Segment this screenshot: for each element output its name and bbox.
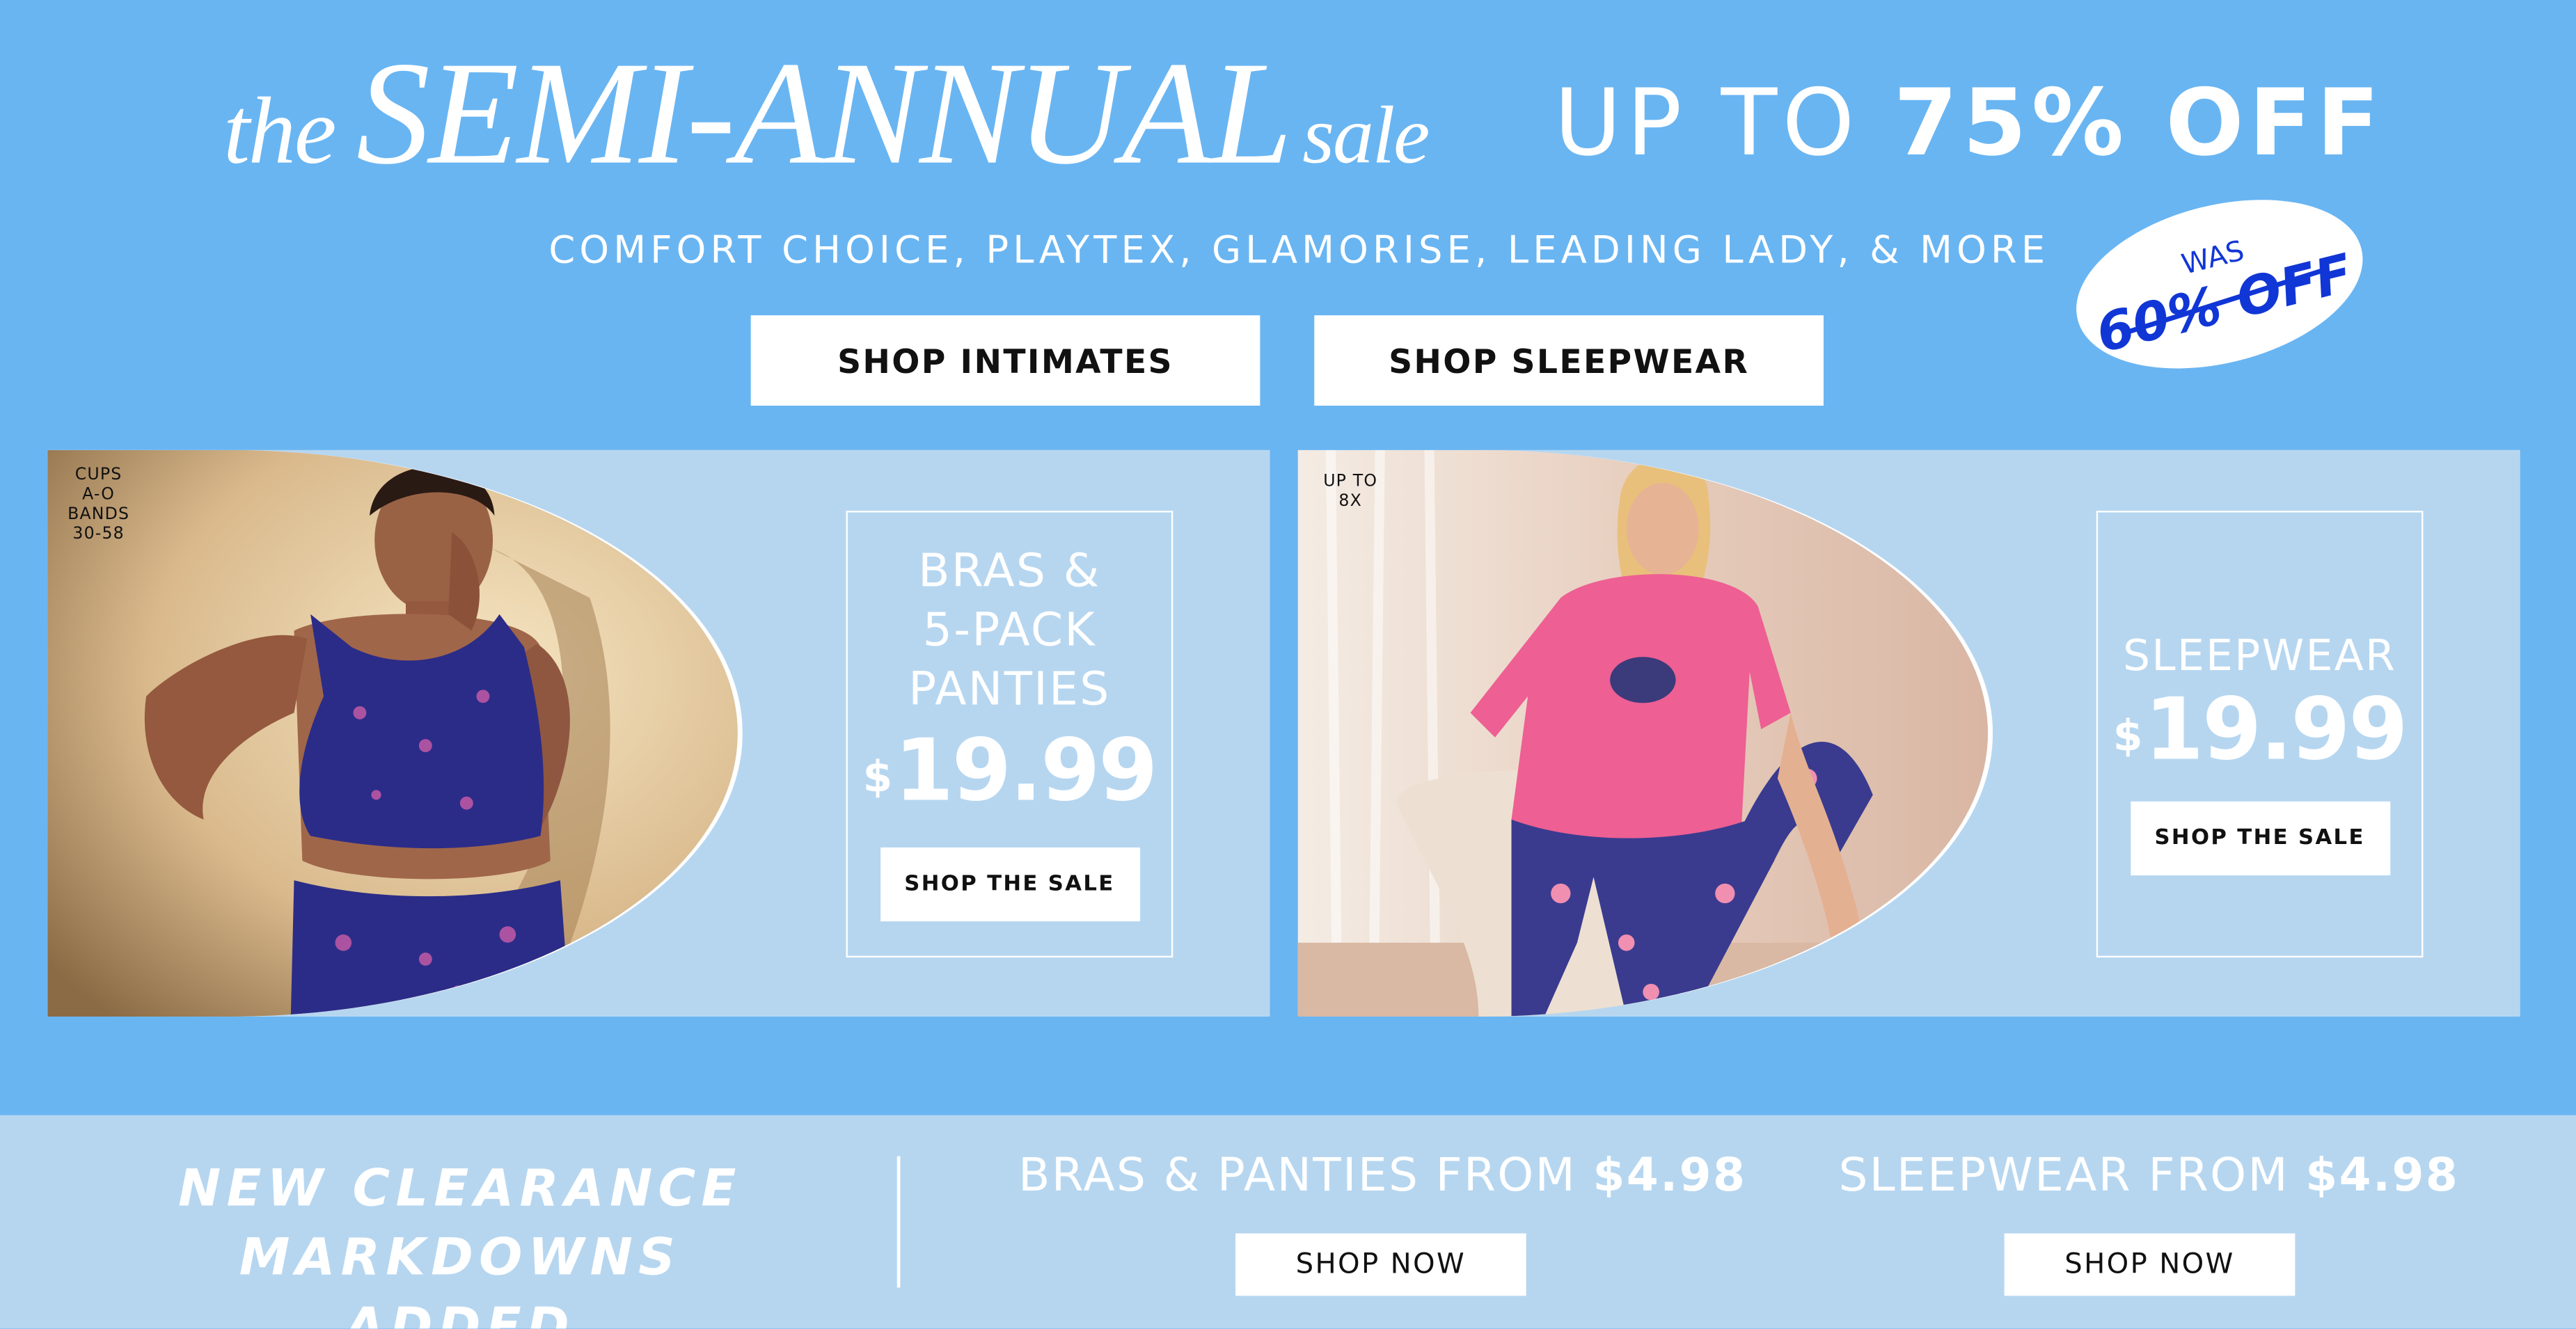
sleepwear-offer-frame: SLEEPWEAR $ 19.99 SHOP THE SALE (2096, 511, 2424, 958)
sleepwear-price: $ 19.99 (2112, 681, 2408, 785)
bras-offer-line: BRAS & (918, 543, 1101, 598)
sale-title: the SEMI-ANNUAL sale (223, 29, 1430, 196)
tag-line: A-O (82, 486, 116, 504)
shop-sleepwear-button[interactable]: SHOP SLEEPWEAR (1314, 315, 1824, 406)
sleepwear-shop-the-sale-button[interactable]: SHOP THE SALE (2130, 801, 2390, 876)
shop-intimates-button[interactable]: SHOP INTIMATES (750, 315, 1261, 406)
bras-shop-the-sale-button[interactable]: SHOP THE SALE (879, 847, 1139, 922)
bras-offer-frame: BRAS & 5-PACK PANTIES $ 19.99 SHOP THE S… (846, 511, 1174, 958)
bras-clearance-price: $4.98 (1593, 1147, 1747, 1202)
bras-promo-panel[interactable]: CUPS A-O BANDS 30-58 BRAS & 5-PACK PANTI… (47, 449, 1270, 1017)
bras-price: $ 19.99 (862, 722, 1158, 828)
clearance-line: NEW CLEARANCE (178, 1159, 742, 1219)
bras-model-photo (47, 449, 743, 1017)
tag-line: BANDS (68, 505, 130, 524)
price-value: 19.99 (894, 722, 1158, 822)
title-semi-annual: SEMI-ANNUAL (356, 33, 1293, 196)
brand-list: COMFORT CHOICE, PLAYTEX, GLAMORISE, LEAD… (548, 230, 2050, 273)
price-value: 19.99 (2144, 681, 2408, 781)
bras-offer-line: PANTIES (908, 662, 1111, 717)
tag-line: 8X (1338, 493, 1362, 511)
sleepwear-clearance-label: SLEEPWEAR FROM (1838, 1147, 2289, 1202)
sleepwear-offer-label: SLEEPWEAR (2123, 632, 2397, 682)
sleepwear-promo-panel[interactable]: UP TO 8X SLEEPWEAR $ 19.99 SHOP THE SALE (1297, 449, 2520, 1017)
tag-line: 30-58 (72, 525, 125, 544)
discount-amount: 75% OFF (1893, 70, 2385, 177)
clearance-divider (896, 1156, 900, 1288)
currency-symbol: $ (2112, 713, 2143, 763)
sleepwear-shop-now-button[interactable]: SHOP NOW (2004, 1233, 2296, 1296)
discount-prefix: UP TO (1554, 70, 1860, 177)
currency-symbol: $ (862, 754, 893, 804)
clearance-strip: NEW CLEARANCE MARKDOWNS ADDED BRAS & PAN… (0, 1115, 2576, 1329)
sleepwear-model-photo (1297, 449, 1993, 1017)
bras-offer-line: 5-PACK (922, 603, 1097, 658)
title-sale: sale (1302, 88, 1430, 181)
up-to-8x-tag: UP TO 8X (1311, 473, 1390, 513)
tag-line: UP TO (1323, 472, 1378, 491)
sale-banner: the SEMI-ANNUAL sale UP TO 75% OFF COMFO… (0, 0, 2576, 1329)
clearance-line: MARKDOWNS ADDED (239, 1228, 681, 1329)
title-the: the (223, 77, 337, 184)
tag-line: CUPS (74, 466, 123, 485)
discount-headline: UP TO 75% OFF (1554, 72, 2385, 177)
sleepwear-clearance-price: $4.98 (2305, 1147, 2460, 1202)
sleepwear-clearance-text: SLEEPWEAR FROM $4.98 (1820, 1148, 2477, 1202)
was-60-off-badge: WAS 60% OFF (2076, 200, 2363, 369)
bras-shop-now-button[interactable]: SHOP NOW (1235, 1233, 1526, 1296)
bras-clearance-label: BRAS & PANTIES FROM (1018, 1147, 1577, 1202)
bras-clearance-text: BRAS & PANTIES FROM $4.98 (986, 1148, 1779, 1202)
cups-bands-tag: CUPS A-O BANDS 30-58 (61, 466, 136, 545)
clearance-heading: NEW CLEARANCE MARKDOWNS ADDED (132, 1154, 789, 1328)
